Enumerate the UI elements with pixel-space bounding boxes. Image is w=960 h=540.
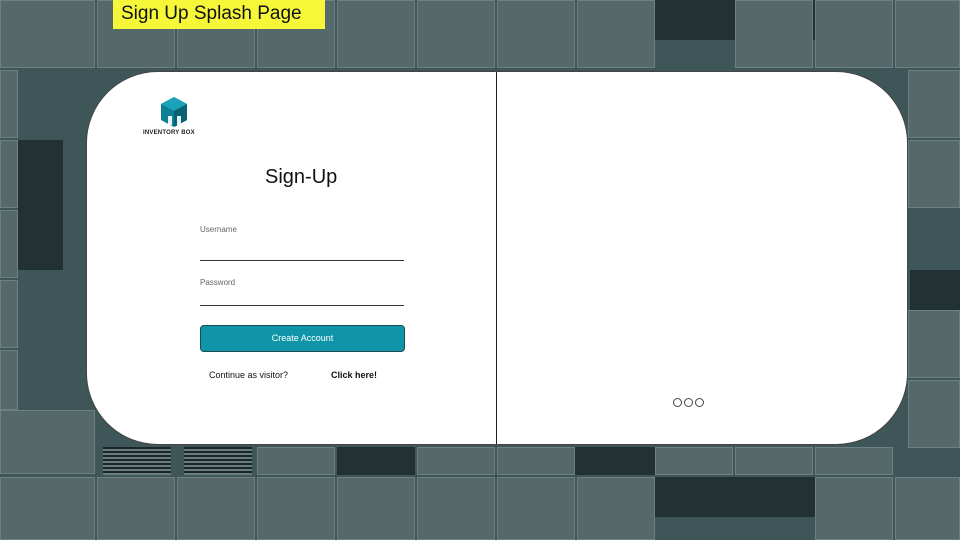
cube-icon: [161, 97, 187, 127]
visitor-link[interactable]: Click here!: [331, 370, 377, 380]
carousel-indicators: [673, 398, 704, 407]
password-label: Password: [200, 278, 236, 287]
logo-text: INVENTORY BOX: [143, 130, 195, 136]
carousel-dot-3[interactable]: [695, 398, 704, 407]
form-title: Sign-Up: [265, 166, 338, 188]
carousel-dot-2[interactable]: [684, 398, 693, 407]
password-input[interactable]: [200, 287, 404, 306]
username-input[interactable]: [200, 242, 404, 261]
username-label: Username: [200, 225, 237, 234]
panel-divider: [496, 72, 497, 444]
page-title-banner: Sign Up Splash Page: [113, 0, 325, 29]
carousel-dot-1[interactable]: [673, 398, 682, 407]
signup-card: INVENTORY BOX Sign-Up Username Password …: [86, 71, 908, 445]
visitor-prompt: Continue as visitor?: [209, 370, 289, 380]
create-account-button[interactable]: Create Account: [200, 325, 405, 352]
logo: INVENTORY BOX: [142, 96, 206, 136]
